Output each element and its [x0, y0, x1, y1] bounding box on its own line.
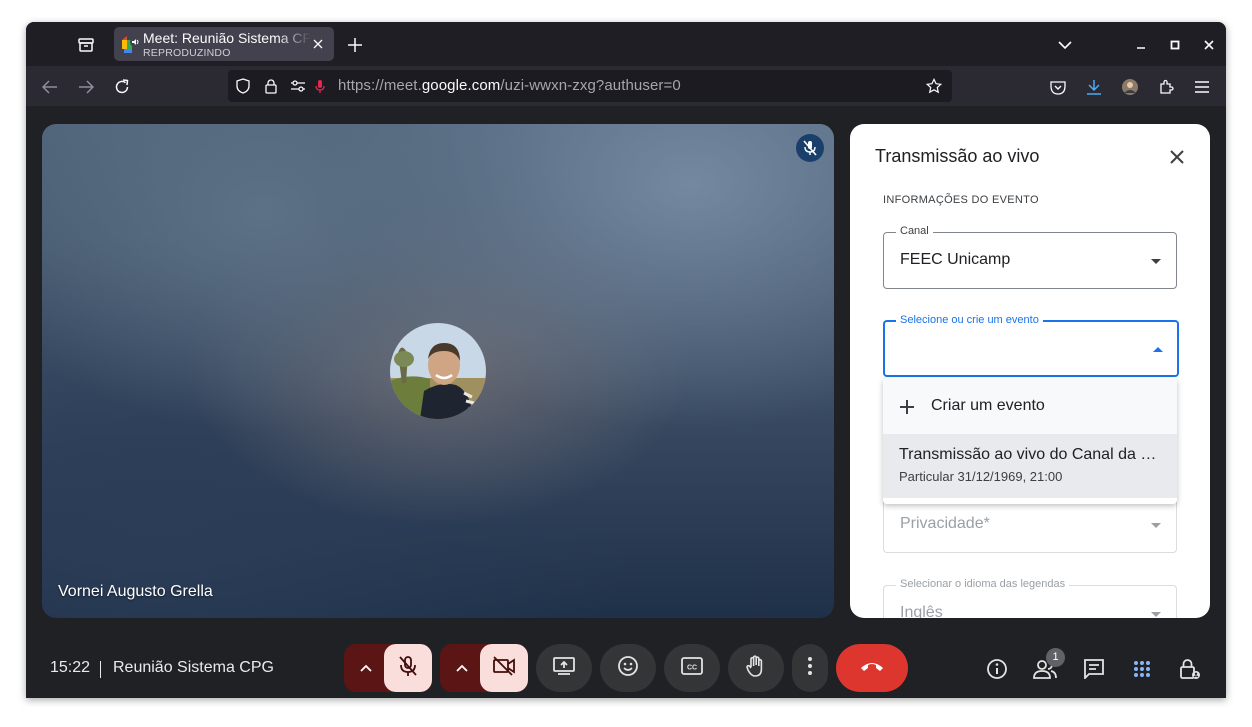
event-select[interactable]: Selecione ou crie um evento	[883, 314, 1179, 377]
dropdown-arrow-icon	[1150, 519, 1162, 531]
privacy-placeholder: Privacidade*	[900, 515, 990, 532]
address-bar[interactable]: https://meet.google.com/uzi-wwxn-zxg?aut…	[228, 70, 952, 102]
microphone-off-icon	[399, 655, 417, 682]
activities-apps-icon[interactable]	[1129, 656, 1155, 682]
tab-title: Meet: Reunião Sistema CPG	[143, 30, 311, 46]
new-tab-icon[interactable]	[344, 34, 366, 56]
meet-favicon-icon	[122, 36, 140, 54]
event-dropdown-menu: Criar um evento Transmissão ao vivo do C…	[883, 378, 1177, 504]
tab-close-icon[interactable]	[310, 36, 326, 52]
audio-options-chevron-up-icon[interactable]	[344, 644, 388, 692]
close-panel-icon[interactable]	[1164, 144, 1190, 170]
present-screen-button[interactable]	[536, 644, 592, 692]
dropdown-arrow-icon	[1150, 608, 1162, 618]
reload-icon[interactable]	[110, 75, 134, 99]
section-label: INFORMAÇÕES DO EVENTO	[883, 194, 1039, 206]
url-prefix: https://meet.	[338, 77, 422, 94]
participant-avatar	[390, 323, 486, 419]
tab-list-icon[interactable]	[74, 33, 98, 57]
microphone-active-icon[interactable]	[312, 78, 328, 94]
raise-hand-button[interactable]	[728, 644, 784, 692]
privacy-select[interactable]: Privacidade*	[883, 497, 1177, 553]
caption-language-value: Inglês	[900, 604, 943, 618]
svg-text:CC: CC	[687, 664, 697, 671]
tab-audio-status: REPRODUZINDO	[143, 47, 231, 59]
tab-strip: Meet: Reunião Sistema CPG REPRODUZINDO	[26, 22, 1226, 66]
more-options-button[interactable]	[792, 644, 828, 692]
channel-value: FEEC Unicamp	[900, 251, 1011, 268]
channel-select[interactable]: Canal FEEC Unicamp	[883, 225, 1177, 289]
more-vert-icon	[808, 656, 812, 680]
camera-toggle-button[interactable]	[480, 644, 528, 692]
bookmark-star-icon[interactable]	[926, 78, 942, 94]
meet-content: Vornei Augusto Grella Transmissão ao viv…	[26, 106, 1226, 698]
minimize-icon[interactable]	[1130, 34, 1152, 56]
divider	[100, 661, 101, 678]
account-avatar-icon[interactable]	[1118, 75, 1142, 99]
event-option-subtitle: Particular 31/12/1969, 21:00	[899, 469, 1063, 484]
forward-icon[interactable]	[74, 75, 98, 99]
participant-name: Vornei Augusto Grella	[58, 583, 213, 600]
list-all-tabs-icon[interactable]	[1054, 34, 1076, 56]
meet-control-bar: 15:22 Reunião Sistema CPG CC 1	[26, 618, 1226, 698]
participant-muted-icon	[796, 134, 824, 162]
host-controls-icon[interactable]	[1177, 656, 1203, 682]
reactions-button[interactable]	[600, 644, 656, 692]
extensions-icon[interactable]	[1154, 75, 1178, 99]
pocket-icon[interactable]	[1046, 75, 1070, 99]
live-stream-panel: Transmissão ao vivo INFORMAÇÕES DO EVENT…	[850, 124, 1210, 618]
shield-icon[interactable]	[235, 78, 251, 94]
meeting-details-icon[interactable]	[984, 656, 1010, 682]
microphone-toggle-button[interactable]	[384, 644, 432, 692]
back-icon[interactable]	[38, 75, 62, 99]
caption-language-select[interactable]: Selecionar o idioma das legendas Inglês	[883, 578, 1177, 618]
hand-icon	[746, 654, 766, 682]
menu-icon[interactable]	[1190, 75, 1214, 99]
dropdown-arrow-up-icon	[1152, 343, 1164, 355]
channel-label: Canal	[896, 225, 933, 237]
dropdown-arrow-icon	[1150, 255, 1162, 267]
microphone-control-group	[344, 644, 432, 692]
event-option[interactable]: Transmissão ao vivo do Canal da FEEC Par…	[883, 434, 1177, 498]
event-option-title: Transmissão ao vivo do Canal da FEEC	[899, 446, 1163, 463]
leave-call-button[interactable]	[836, 644, 908, 692]
lock-icon[interactable]	[263, 78, 279, 94]
navigation-bar: https://meet.google.com/uzi-wwxn-zxg?aut…	[26, 66, 1226, 106]
url-path: /uzi-wwxn-zxg?authuser=0	[500, 77, 681, 94]
captions-button[interactable]: CC	[664, 644, 720, 692]
meeting-name: Reunião Sistema CPG	[113, 659, 274, 676]
closed-captions-icon: CC	[681, 656, 703, 680]
event-label: Selecione ou crie um evento	[896, 314, 1043, 326]
panel-title: Transmissão ao vivo	[875, 146, 1040, 166]
camera-off-icon	[492, 655, 516, 681]
clock: 15:22	[50, 659, 91, 676]
url-text[interactable]: https://meet.google.com/uzi-wwxn-zxg?aut…	[338, 77, 681, 94]
downloads-icon[interactable]	[1082, 75, 1106, 99]
plus-icon	[897, 397, 917, 417]
camera-control-group	[440, 644, 528, 692]
present-screen-icon	[553, 656, 575, 681]
video-options-chevron-up-icon[interactable]	[440, 644, 484, 692]
maximize-icon[interactable]	[1164, 34, 1186, 56]
participant-video-tile[interactable]: Vornei Augusto Grella	[42, 124, 834, 618]
tab-meet[interactable]: Meet: Reunião Sistema CPG REPRODUZINDO	[114, 27, 334, 61]
hang-up-icon	[859, 659, 885, 677]
browser-window: Meet: Reunião Sistema CPG REPRODUZINDO h…	[26, 22, 1226, 698]
participants-count-badge: 1	[1046, 648, 1065, 667]
emoji-icon	[617, 655, 639, 682]
url-host: google.com	[421, 77, 501, 94]
caption-language-label: Selecionar o idioma das legendas	[896, 578, 1070, 590]
close-window-icon[interactable]	[1198, 34, 1220, 56]
create-event-option[interactable]: Criar um evento	[883, 378, 1177, 434]
permissions-icon[interactable]	[290, 78, 306, 94]
chat-icon[interactable]	[1081, 656, 1107, 682]
create-event-label: Criar um evento	[931, 397, 1045, 414]
